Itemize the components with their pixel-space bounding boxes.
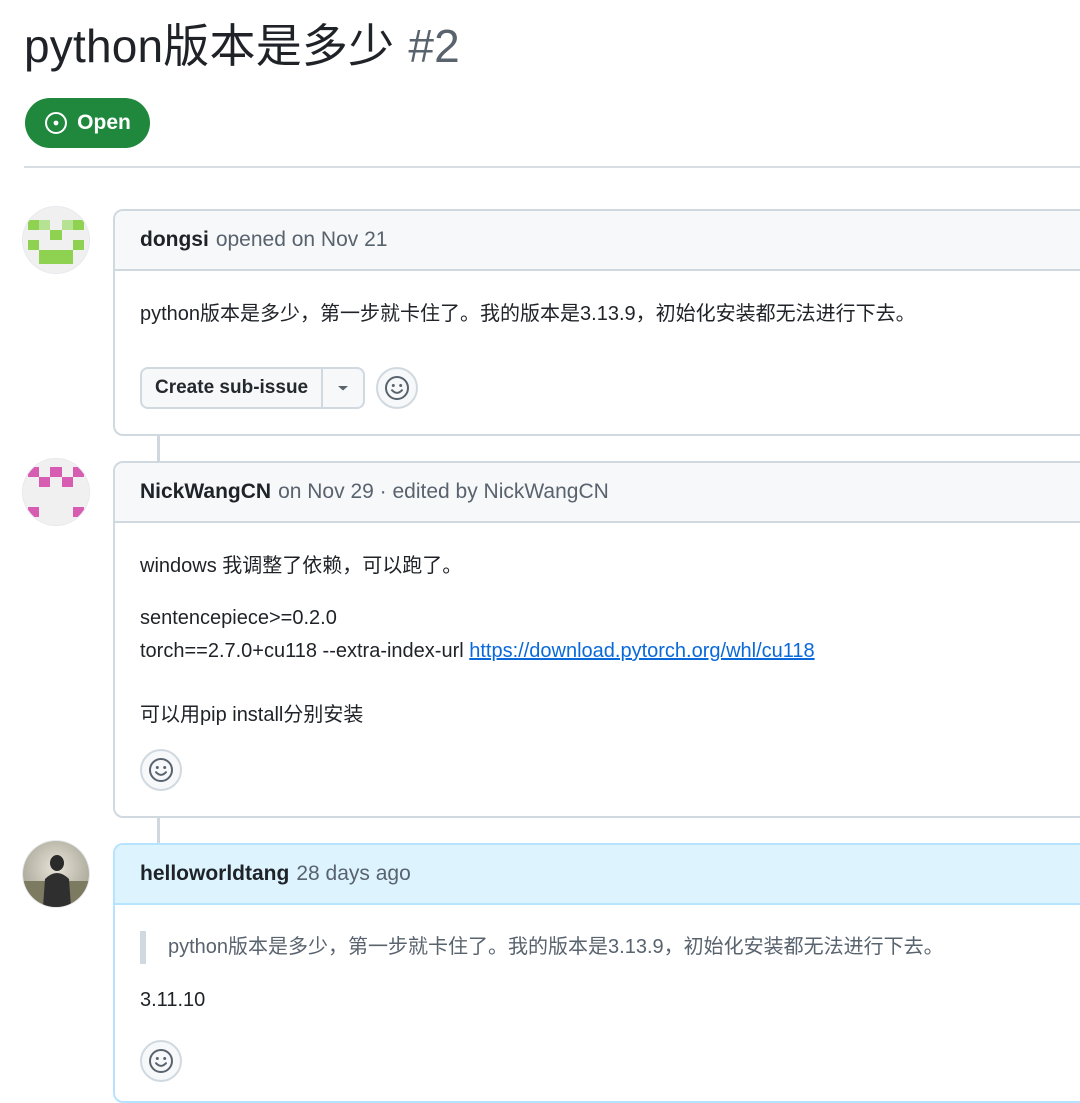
- add-reaction-button[interactable]: [140, 749, 182, 791]
- comment-author[interactable]: dongsi: [140, 228, 209, 252]
- comment-text: 3.11.10: [140, 989, 206, 1011]
- comment-text: 可以用pip install分别安装: [140, 704, 364, 726]
- comment-card: NickWangCN on Nov 29 · edited by NickWan…: [113, 461, 1080, 818]
- comment-text-with-link: torch==2.7.0+cu118 --extra-index-url htt…: [140, 640, 815, 663]
- comment-header: helloworldtang 28 days ago: [115, 845, 1080, 905]
- comment-author[interactable]: NickWangCN: [140, 480, 271, 504]
- smiley-icon: [149, 1049, 173, 1073]
- comment-header: NickWangCN on Nov 29 · edited by NickWan…: [115, 463, 1080, 523]
- comment-text: python版本是多少，第一步就卡住了。我的版本是3.13.9，初始化安装都无法…: [140, 303, 916, 325]
- comment-text: windows 我调整了依赖，可以跑了。: [140, 555, 463, 577]
- timeline-connector: [157, 436, 160, 462]
- identicon-green-icon: [23, 207, 89, 273]
- issue-title: python版本是多少 #2: [24, 14, 460, 78]
- comment-meta[interactable]: opened on Nov 21: [216, 228, 388, 252]
- create-sub-issue-button[interactable]: Create sub-issue: [142, 369, 324, 407]
- comment-card: dongsi opened on Nov 21 python版本是多少，第一步就…: [113, 209, 1080, 436]
- add-reaction-button[interactable]: [376, 367, 418, 409]
- issue-state-label: Open: [77, 111, 131, 134]
- smiley-icon: [385, 376, 409, 400]
- issue-open-icon: [45, 112, 68, 134]
- issue-title-text: python版本是多少: [24, 20, 395, 72]
- issue-state-badge: Open: [25, 98, 150, 148]
- sub-issue-dropdown-button[interactable]: [323, 369, 363, 407]
- comment-meta[interactable]: 28 days ago: [296, 862, 410, 886]
- header-divider: [24, 166, 1080, 168]
- timeline-connector: [157, 818, 160, 844]
- comment-header: dongsi opened on Nov 21: [115, 211, 1080, 271]
- photo-avatar-icon: [23, 841, 89, 907]
- pytorch-index-link[interactable]: https://download.pytorch.org/whl/cu118: [469, 640, 814, 662]
- issue-number: #2: [408, 20, 460, 72]
- comment-quote: python版本是多少，第一步就卡住了。我的版本是3.13.9，初始化安装都无法…: [140, 931, 944, 964]
- comment-meta[interactable]: on Nov 29 · edited by NickWangCN: [278, 480, 609, 504]
- comment-text: torch==2.7.0+cu118 --extra-index-url: [140, 640, 470, 662]
- avatar-dongsi[interactable]: [23, 207, 89, 273]
- avatar-nickwangcn[interactable]: [23, 459, 89, 525]
- identicon-pink-icon: [23, 459, 89, 525]
- smiley-icon: [149, 758, 173, 782]
- create-sub-issue-group: Create sub-issue: [140, 367, 366, 409]
- comment-text: sentencepiece>=0.2.0: [140, 607, 337, 629]
- comment-card: helloworldtang 28 days ago python版本是多少，第…: [113, 843, 1080, 1103]
- comment-author[interactable]: helloworldtang: [140, 862, 289, 886]
- chevron-down-icon: [338, 386, 349, 391]
- add-reaction-button[interactable]: [140, 1040, 182, 1082]
- avatar-helloworldtang[interactable]: [23, 841, 89, 907]
